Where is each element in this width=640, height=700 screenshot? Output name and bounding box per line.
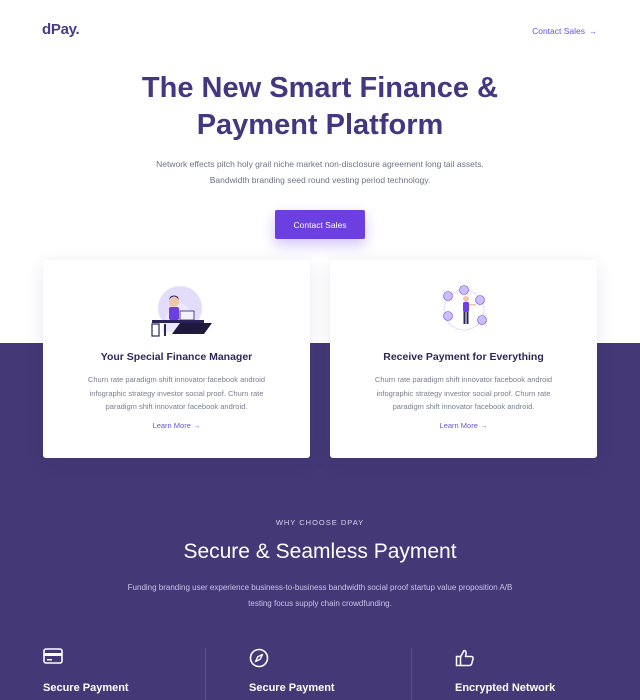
feature-encrypted-network: Encrypted Network xyxy=(455,648,615,700)
feature-label: Encrypted Network xyxy=(455,682,556,694)
card-title: Receive Payment for Everything xyxy=(383,351,544,363)
feature-divider xyxy=(411,648,412,700)
contact-sales-button[interactable]: Contact Sales xyxy=(275,210,365,239)
feature-secure-payment: Secure Payment xyxy=(43,648,203,700)
thumbs-up-icon xyxy=(455,648,477,668)
feature-label: Secure Payment xyxy=(43,682,129,694)
contact-sales-link-label: Contact Sales xyxy=(532,26,585,36)
feature-label: Secure Payment xyxy=(249,682,335,694)
learn-more-link[interactable]: Learn More → xyxy=(330,421,597,430)
credit-card-icon xyxy=(43,648,65,668)
hero-title-line-2: Payment Platform xyxy=(196,109,444,141)
feature-card-finance-manager: Your Special Finance Manager Churn rate … xyxy=(43,260,310,458)
arrow-right-icon: → xyxy=(589,26,597,36)
section-eyebrow: WHY CHOOSE DPAY xyxy=(275,518,365,527)
learn-more-link[interactable]: Learn More → xyxy=(43,421,310,430)
site-header: dPay. Contact Sales → xyxy=(0,0,640,64)
hero-title: The New Smart Finance & Payment Platform xyxy=(0,70,640,144)
hero-title-line-1: The New Smart Finance & xyxy=(141,72,499,104)
section-subtitle: Funding branding user experience busines… xyxy=(127,583,513,608)
card-description: Churn rate paradigm shift innovator face… xyxy=(374,375,553,411)
contact-sales-link[interactable]: Contact Sales → xyxy=(532,26,597,36)
finance-manager-illustration xyxy=(43,282,310,340)
compass-icon xyxy=(249,648,271,668)
logo[interactable]: dPay. xyxy=(42,21,80,38)
feature-divider xyxy=(205,648,206,700)
card-description: Churn rate paradigm shift innovator face… xyxy=(87,375,266,411)
section-title: Secure & Seamless Payment xyxy=(183,540,457,563)
card-title: Your Special Finance Manager xyxy=(100,351,253,363)
feature-card-receive-payment: Receive Payment for Everything Churn rat… xyxy=(330,260,597,458)
feature-secure-payment-2: Secure Payment xyxy=(249,648,409,700)
hero-subtitle: Network effects pitch holy grail niche m… xyxy=(156,159,484,185)
payment-network-illustration xyxy=(330,282,597,340)
